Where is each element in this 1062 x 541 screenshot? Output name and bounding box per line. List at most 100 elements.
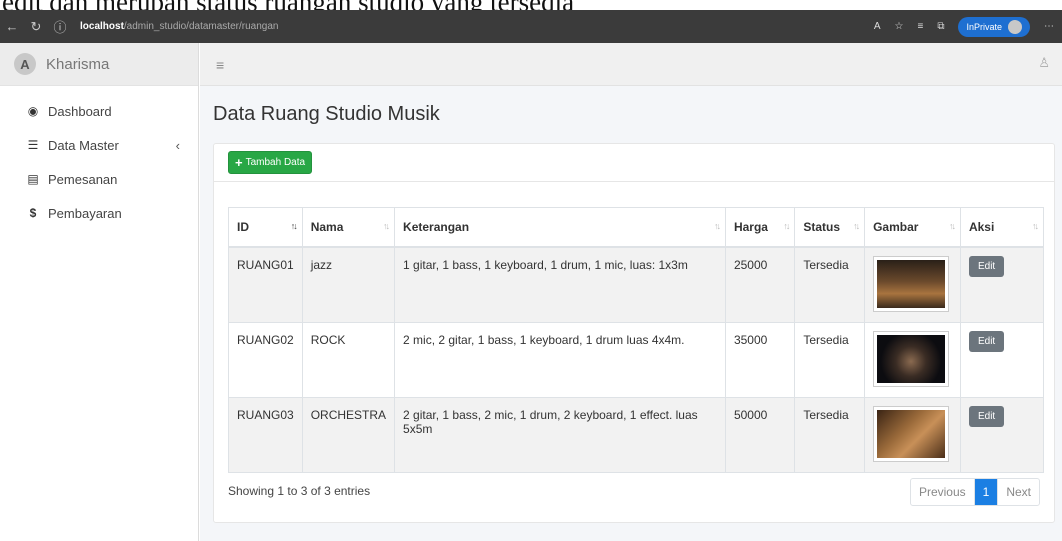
brand-name: Kharisma <box>46 55 110 73</box>
column-header-gambar[interactable]: Gambar ↑↓ <box>864 207 961 248</box>
cell-id: RUANG01 <box>228 246 303 323</box>
cell-status: Tersedia <box>794 321 866 398</box>
browser-toolbar: ← ↻ ⓘ localhost/admin_studio/datamaster/… <box>0 10 1062 43</box>
sort-icon: ↑↓ <box>713 221 721 231</box>
sidebar-item-data-master[interactable]: ☰ Data Master ‹ <box>0 128 198 162</box>
hamburger-menu-icon[interactable]: ≡ <box>216 57 224 73</box>
rooms-table: ID ↑↓ Nama ↑↓ Keterangan ↑↓ Harga ↑↓ Status ↑… <box>228 207 1045 473</box>
column-header-label: Nama <box>310 219 344 234</box>
dashboard-icon: ◉ <box>27 104 39 118</box>
cell-harga: 25000 <box>724 246 796 323</box>
room-image <box>873 330 950 387</box>
room-image <box>873 255 950 312</box>
read-aloud-icon[interactable]: A <box>874 21 881 32</box>
column-header-aksi[interactable]: Aksi ↑↓ <box>959 207 1045 248</box>
table-row: RUANG02 ROCK 2 mic, 2 gitar, 1 bass, 1 k… <box>228 321 1045 398</box>
clipboard-icon: ▤ <box>27 172 39 186</box>
url-host: localhost <box>80 21 124 32</box>
sort-asc-icon: ↑↓ <box>290 221 298 231</box>
next-page-button[interactable]: Next <box>998 479 1039 505</box>
more-icon[interactable]: ⋯ <box>1044 21 1054 32</box>
top-navbar: ≡ ♙ <box>200 43 1062 86</box>
edit-button[interactable]: Edit <box>968 255 1005 277</box>
add-data-button[interactable]: + Tambah Data <box>228 151 313 174</box>
sidebar-item-label: Data Master <box>48 137 119 153</box>
table-info: Showing 1 to 3 of 3 entries <box>228 484 371 498</box>
favorite-icon[interactable]: ☆ <box>895 21 904 32</box>
cell-nama: jazz <box>301 246 396 323</box>
table-row: RUANG03 ORCHESTRA 2 gitar, 1 bass, 2 mic… <box>228 396 1045 473</box>
sidebar-item-dashboard[interactable]: ◉ Dashboard <box>0 94 198 128</box>
cell-harga: 50000 <box>724 396 796 473</box>
pagination: Previous 1 Next <box>909 478 1040 506</box>
cell-keterangan: 2 mic, 2 gitar, 1 bass, 1 keyboard, 1 dr… <box>394 321 726 398</box>
cell-aksi: Edit <box>959 396 1045 473</box>
table-header-row: ID ↑↓ Nama ↑↓ Keterangan ↑↓ Harga ↑↓ Status ↑… <box>228 207 1045 248</box>
room-image <box>873 405 950 462</box>
column-header-status[interactable]: Status ↑↓ <box>794 207 866 248</box>
cell-nama: ROCK <box>301 321 396 398</box>
cell-id: RUANG03 <box>228 396 303 473</box>
cell-nama: ORCHESTRA <box>301 396 396 473</box>
column-header-label: ID <box>237 219 249 234</box>
brand-logo-icon: A <box>14 53 36 75</box>
plus-icon: + <box>235 154 243 170</box>
inprivate-label: InPrivate <box>966 21 1002 32</box>
user-icon[interactable]: ♙ <box>1038 55 1050 71</box>
cell-aksi: Edit <box>959 321 1045 398</box>
url-path: /admin_studio/datamaster/ruangan <box>123 21 279 32</box>
address-bar[interactable]: localhost/admin_studio/datamaster/ruanga… <box>80 21 278 32</box>
cell-keterangan: 2 gitar, 1 bass, 2 mic, 1 drum, 2 keyboa… <box>394 396 726 473</box>
sidebar-item-pembayaran[interactable]: $ Pembayaran <box>0 196 198 230</box>
column-header-label: Aksi <box>968 219 995 234</box>
sort-icon: ↑↓ <box>783 221 790 231</box>
cell-keterangan: 1 gitar, 1 bass, 1 keyboard, 1 drum, 1 m… <box>394 246 726 323</box>
edit-button[interactable]: Edit <box>968 405 1005 427</box>
column-header-label: Keterangan <box>403 219 470 234</box>
cell-gambar <box>864 246 961 323</box>
sort-icon: ↑↓ <box>1032 221 1039 231</box>
column-header-nama[interactable]: Nama ↑↓ <box>301 207 396 248</box>
edit-button[interactable]: Edit <box>968 330 1005 352</box>
back-icon[interactable]: ← <box>0 19 24 34</box>
column-header-label: Status <box>803 219 841 234</box>
page-title: Data Ruang Studio Musik <box>213 103 440 125</box>
sort-icon: ↑↓ <box>383 221 390 231</box>
sidebar: A Kharisma ◉ Dashboard ☰ Data Master ‹ ▤… <box>0 43 199 541</box>
column-header-label: Harga <box>733 219 768 234</box>
previous-page-button[interactable]: Previous <box>911 479 975 505</box>
collections-icon[interactable]: ⧉ <box>937 21 944 32</box>
sidebar-item-pemesanan[interactable]: ▤ Pemesanan <box>0 162 198 196</box>
column-header-harga[interactable]: Harga ↑↓ <box>724 207 796 248</box>
data-card: + Tambah Data ID ↑↓ Nama ↑↓ Keterangan ↑↓ H… <box>213 143 1055 523</box>
brand[interactable]: A Kharisma <box>0 43 198 86</box>
add-data-label: Tambah Data <box>245 157 306 168</box>
sidebar-item-label: Pembayaran <box>48 205 122 221</box>
info-icon[interactable]: ⓘ <box>48 17 72 36</box>
refresh-icon[interactable]: ↻ <box>24 19 48 35</box>
cell-status: Tersedia <box>794 396 866 473</box>
sidebar-item-label: Pemesanan <box>48 171 118 187</box>
sidebar-item-label: Dashboard <box>48 103 112 119</box>
column-header-keterangan[interactable]: Keterangan ↑↓ <box>394 207 726 248</box>
page-1-button[interactable]: 1 <box>974 479 999 505</box>
database-icon: ☰ <box>27 138 39 152</box>
favorites-list-icon[interactable]: ≡ <box>917 21 923 32</box>
column-header-label: Gambar <box>873 219 919 234</box>
cell-id: RUANG02 <box>228 321 303 398</box>
cell-gambar <box>864 396 961 473</box>
cell-status: Tersedia <box>794 246 866 323</box>
cell-gambar <box>864 321 961 398</box>
cell-aksi: Edit <box>959 246 1045 323</box>
cell-harga: 35000 <box>724 321 796 398</box>
sort-icon: ↑↓ <box>948 221 956 231</box>
column-header-id[interactable]: ID ↑↓ <box>228 207 303 248</box>
card-header: + Tambah Data <box>214 144 1054 182</box>
dollar-icon: $ <box>29 206 37 220</box>
table-row: RUANG01 jazz 1 gitar, 1 bass, 1 keyboard… <box>228 246 1045 323</box>
sort-icon: ↑↓ <box>853 221 860 231</box>
profile-avatar <box>1008 19 1022 34</box>
chevron-left-icon: ‹ <box>175 137 180 153</box>
inprivate-badge[interactable]: InPrivate <box>958 16 1030 37</box>
main-content: Data Ruang Studio Musik + Tambah Data ID… <box>200 86 1062 541</box>
